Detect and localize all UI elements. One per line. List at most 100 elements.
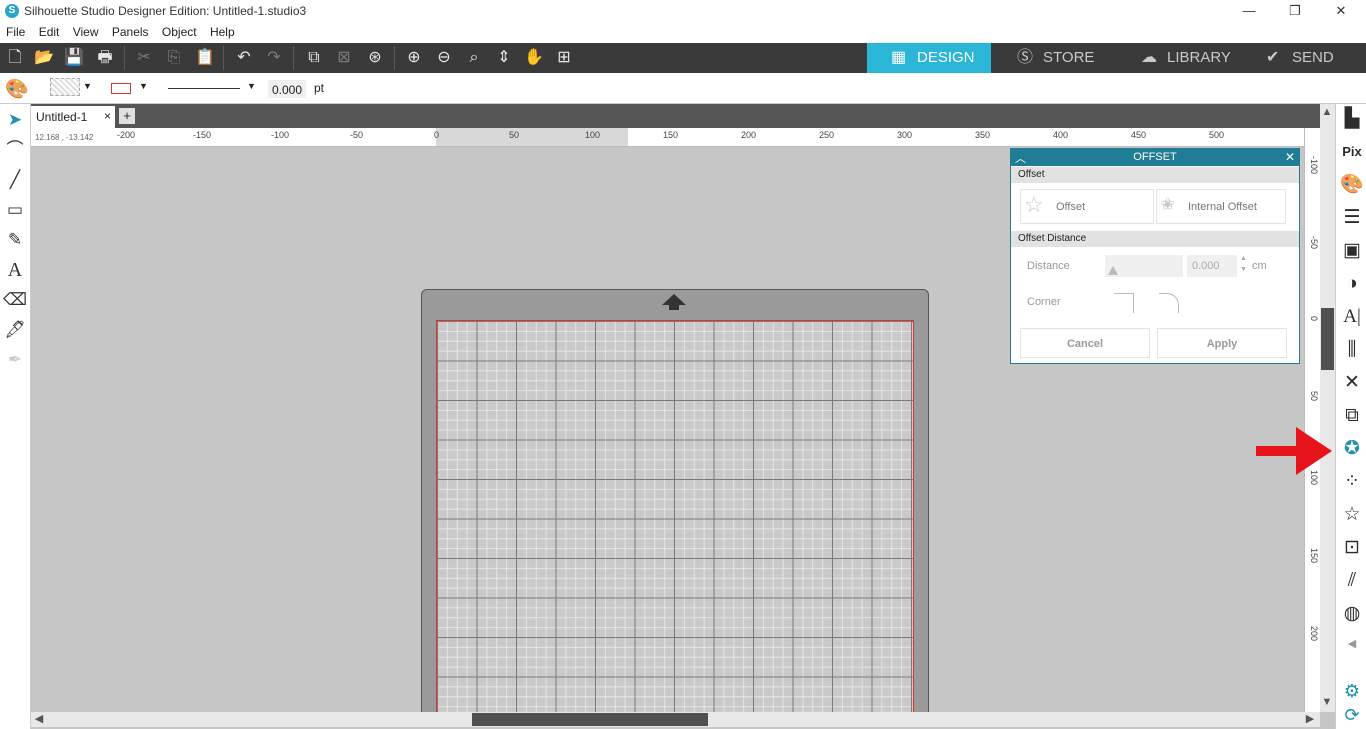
slider-knob[interactable]: [1108, 266, 1118, 275]
menu-view[interactable]: View: [69, 23, 103, 39]
vertical-scroll-thumb[interactable]: [1321, 308, 1334, 370]
line-color-swatch[interactable]: [111, 83, 131, 94]
line-color-dropdown-icon[interactable]: ▼: [139, 81, 148, 91]
tab-send[interactable]: ✔ SEND: [1242, 43, 1366, 73]
vruler-label: 150: [1309, 548, 1319, 564]
pixscan-icon[interactable]: Pix: [1339, 139, 1365, 165]
tab-store[interactable]: Ⓢ STORE: [993, 43, 1117, 73]
collapse-panel-icon[interactable]: ◀: [1339, 631, 1365, 657]
horizontal-scrollbar[interactable]: ◀ ▶: [31, 712, 1320, 727]
ruler-label: 400: [1053, 130, 1069, 140]
eyedropper-tool-icon[interactable]: ✒: [3, 348, 27, 372]
fill-pattern-icon[interactable]: ⊛: [363, 47, 387, 69]
tab-design[interactable]: ▦ DESIGN: [867, 43, 991, 73]
line-style-preview[interactable]: [168, 88, 240, 89]
fill-dropdown-icon[interactable]: ▼: [83, 81, 92, 91]
line-weight-input[interactable]: 0.000: [268, 80, 306, 98]
ruler-label: 50: [509, 130, 520, 140]
scroll-up-icon[interactable]: ▲: [1321, 106, 1333, 119]
eraser-tool-icon[interactable]: ⌫: [3, 288, 27, 312]
distance-input[interactable]: 0.000: [1187, 255, 1237, 277]
menu-edit[interactable]: Edit: [35, 23, 64, 39]
group-icon[interactable]: ⧉: [302, 47, 326, 69]
fill-color-swatch[interactable]: [50, 78, 80, 96]
sketch-panel-icon[interactable]: ⫽: [1339, 568, 1365, 594]
copy-icon[interactable]: ⎘: [162, 47, 186, 69]
knife-tool-icon[interactable]: 🖋: [3, 318, 27, 342]
new-document-icon[interactable]: 🗋: [3, 47, 27, 69]
apply-button[interactable]: Apply: [1157, 328, 1287, 358]
paste-icon[interactable]: 📋: [193, 47, 217, 69]
text-tool-icon[interactable]: A: [3, 258, 27, 282]
cut-icon[interactable]: ✂: [132, 47, 156, 69]
modify-panel-icon[interactable]: ⧉: [1339, 403, 1365, 429]
corner-round-icon[interactable]: [1159, 293, 1179, 313]
mat-grid: [436, 320, 914, 712]
line-style-dropdown-icon[interactable]: ▼: [247, 81, 256, 91]
gradient-panel-icon[interactable]: ◑: [1339, 271, 1365, 297]
spin-down-icon[interactable]: ▼: [1240, 266, 1247, 273]
spin-up-icon[interactable]: ▲: [1240, 255, 1247, 262]
star-panel-icon[interactable]: ☆: [1339, 502, 1365, 528]
rectangle-tool-icon[interactable]: ▭: [3, 198, 27, 222]
palette-icon[interactable]: 🎨: [5, 77, 29, 101]
restore-button[interactable]: ❐: [1272, 0, 1318, 23]
add-tab-button[interactable]: +: [119, 108, 135, 124]
fit-to-page-icon[interactable]: ⊞: [552, 47, 576, 69]
internal-offset-option-button[interactable]: ✬ Internal Offset: [1156, 189, 1286, 224]
align-panel-icon[interactable]: ⫼: [1339, 337, 1365, 363]
library-panel-icon[interactable]: ◍: [1339, 601, 1365, 627]
offset-option-button[interactable]: ☆ Offset: [1020, 189, 1154, 224]
settings-gear-icon[interactable]: ⚙: [1339, 678, 1365, 704]
close-tab-icon[interactable]: ×: [104, 109, 111, 123]
close-window-button[interactable]: ✕: [1318, 0, 1364, 23]
document-tab[interactable]: Untitled-1 ×: [31, 106, 115, 128]
document-tab-label: Untitled-1: [36, 110, 88, 124]
offset-panel-header: ︿ OFFSET ✕: [1011, 149, 1299, 166]
transform-panel-icon[interactable]: ✕: [1339, 370, 1365, 396]
ungroup-icon[interactable]: ⊠: [332, 47, 356, 69]
print-icon[interactable]: 🖶: [93, 47, 117, 69]
menu-file[interactable]: File: [2, 23, 29, 39]
edit-points-icon[interactable]: ⌒: [3, 138, 27, 162]
close-panel-icon[interactable]: ✕: [1285, 150, 1295, 164]
fill-pattern-panel-icon[interactable]: ▣: [1339, 238, 1365, 264]
tab-library[interactable]: ☁ LIBRARY: [1117, 43, 1241, 73]
pencil-tool-icon[interactable]: ✎: [3, 228, 27, 252]
scroll-down-icon[interactable]: ▼: [1321, 696, 1333, 709]
offset-panel-icon[interactable]: ✪: [1339, 436, 1365, 462]
minimize-button[interactable]: —: [1226, 0, 1272, 23]
menu-panels[interactable]: Panels: [108, 23, 153, 39]
trace-panel-icon[interactable]: ⊡: [1339, 535, 1365, 561]
line-tool-icon[interactable]: ╱: [3, 168, 27, 192]
select-arrow-icon[interactable]: ➤: [3, 108, 27, 132]
check-circle-icon: ✔: [1266, 49, 1280, 66]
line-style-panel-icon[interactable]: ☰: [1339, 205, 1365, 231]
open-folder-icon[interactable]: 📂: [32, 47, 56, 69]
scroll-left-icon[interactable]: ◀: [33, 713, 45, 726]
redo-icon[interactable]: ↷: [262, 47, 286, 69]
save-icon[interactable]: 💾: [62, 47, 86, 69]
zoom-in-icon[interactable]: ⊕: [402, 47, 426, 69]
menu-object[interactable]: Object: [158, 23, 201, 39]
page-setup-icon[interactable]: ▙: [1339, 106, 1365, 132]
vruler-label: 50: [1309, 391, 1319, 402]
offset-star-icon: ☆: [1024, 192, 1044, 217]
zoom-selected-icon[interactable]: ⌕: [462, 47, 486, 69]
vertical-scrollbar[interactable]: ▲ ▼: [1320, 104, 1335, 712]
text-style-panel-icon[interactable]: A|: [1339, 304, 1365, 330]
cancel-button[interactable]: Cancel: [1020, 328, 1150, 358]
feed-arrow-stem: [669, 304, 679, 310]
zoom-out-icon[interactable]: ⊖: [432, 47, 456, 69]
sync-icon[interactable]: ⟳: [1339, 702, 1365, 728]
menu-help[interactable]: Help: [206, 23, 239, 39]
undo-icon[interactable]: ↶: [232, 47, 256, 69]
horizontal-scroll-thumb[interactable]: [472, 713, 708, 726]
scroll-right-icon[interactable]: ▶: [1304, 713, 1316, 726]
fill-color-panel-icon[interactable]: 🎨: [1339, 172, 1365, 198]
pan-hand-icon[interactable]: ✋: [522, 47, 546, 69]
replicate-panel-icon[interactable]: ⁘: [1339, 469, 1365, 495]
distance-slider[interactable]: [1105, 255, 1183, 277]
move-page-icon[interactable]: ⇕: [492, 47, 516, 69]
corner-square-icon[interactable]: [1114, 293, 1134, 313]
